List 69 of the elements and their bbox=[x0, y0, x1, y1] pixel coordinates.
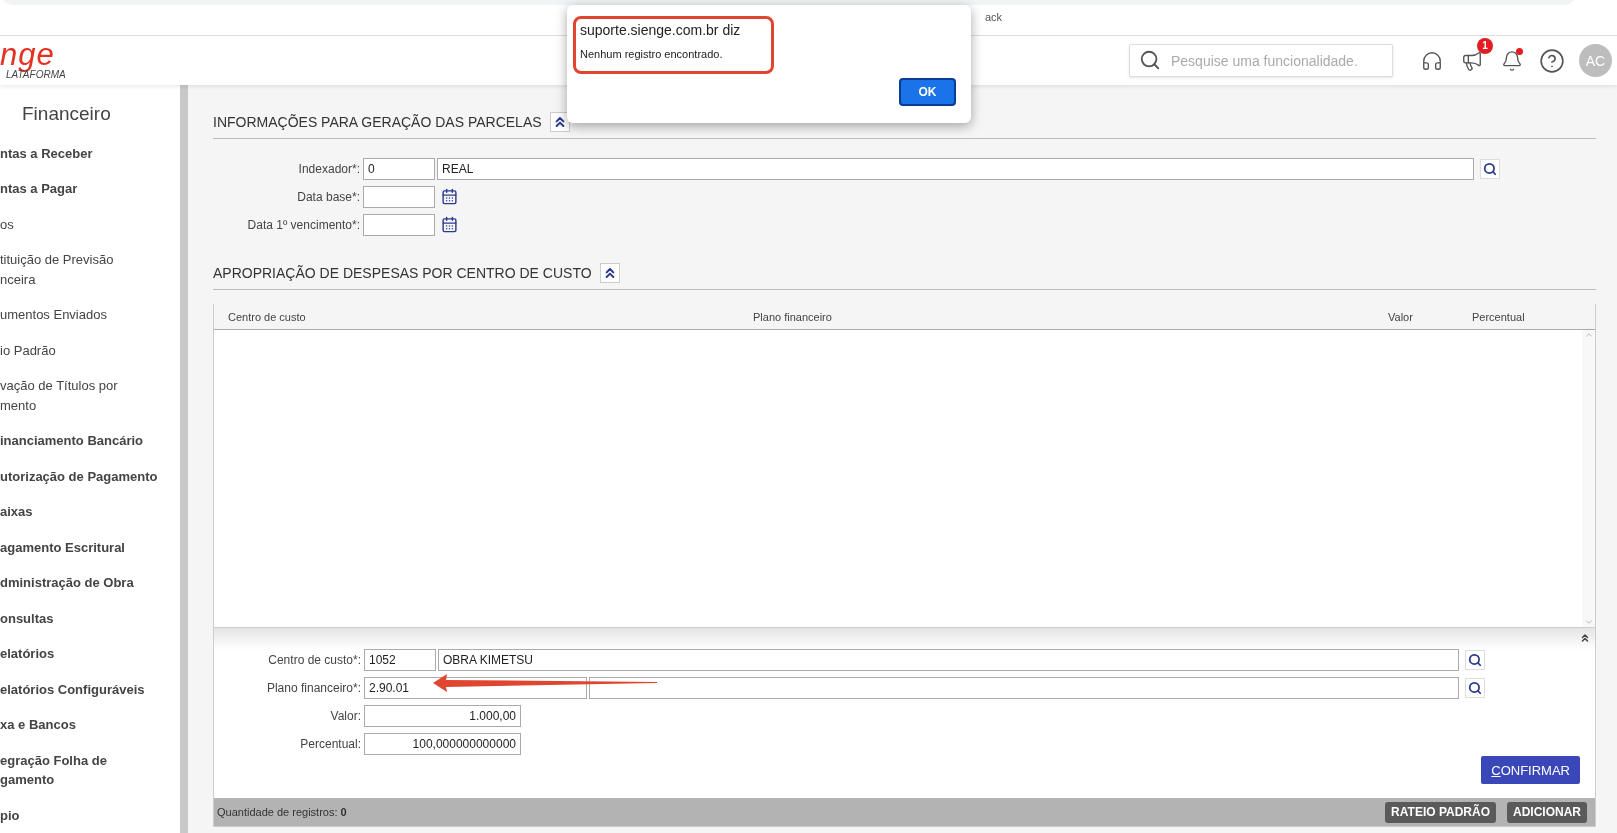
collapse-icon[interactable] bbox=[1579, 632, 1591, 644]
confirm-button[interactable]: CONFIRMAR bbox=[1481, 756, 1580, 784]
sidebar-item[interactable]: vação de Títulos por mento bbox=[0, 368, 180, 423]
search-icon bbox=[1139, 49, 1161, 71]
action-button[interactable]: ADICIONAR bbox=[1507, 801, 1587, 823]
sidebar-item[interactable]: xa e Bancos bbox=[0, 707, 180, 743]
sidebar-item[interactable]: ntas a Pagar bbox=[0, 171, 180, 207]
field-label: Indexador*: bbox=[297, 161, 361, 176]
sidebar-title: Financeiro bbox=[21, 102, 112, 126]
sidebar-item[interactable]: os bbox=[0, 206, 180, 242]
collapse-button[interactable] bbox=[549, 112, 570, 132]
sidebar-item[interactable]: utorização de Pagamento bbox=[0, 458, 180, 494]
sidebar-item[interactable]: aixas bbox=[0, 494, 180, 530]
calendar-icon bbox=[440, 216, 458, 233]
record-count: Quantidade de registros: 0 bbox=[217, 806, 347, 818]
ok-button[interactable]: OK bbox=[899, 78, 956, 106]
field-label: Plano financeiro*: bbox=[265, 680, 362, 695]
scrollbar[interactable] bbox=[180, 85, 188, 833]
field-label: Centro de custo*: bbox=[267, 652, 362, 667]
sidebar-item[interactable]: elatórios bbox=[0, 636, 180, 672]
tab-text: ack bbox=[985, 11, 1003, 23]
sidebar-item[interactable]: pio bbox=[0, 797, 180, 833]
double-chevron-icon bbox=[1579, 632, 1591, 644]
description-field[interactable] bbox=[589, 676, 1459, 699]
dialog-message: Nenhum registro encontrado. bbox=[580, 48, 723, 60]
number-field[interactable]: 1.000,00 bbox=[364, 704, 521, 727]
field-label: Data base*: bbox=[296, 189, 361, 204]
description-field[interactable]: OBRA KIMETSU bbox=[438, 648, 1459, 671]
dialog-title: suporte.sienge.com.br diz bbox=[580, 22, 741, 38]
sidebar-item[interactable]: elatórios Configuráveis bbox=[0, 671, 180, 707]
collapse-button[interactable] bbox=[599, 263, 620, 283]
section-title: APROPRIAÇÃO DE DESPESAS POR CENTRO DE CUSTO bbox=[213, 265, 592, 281]
sidebar-item[interactable]: dministração de Obra bbox=[0, 565, 180, 601]
calendar-icon bbox=[440, 188, 458, 205]
date-field[interactable] bbox=[363, 213, 435, 236]
help-icon[interactable] bbox=[1539, 47, 1565, 74]
sidebar-item[interactable]: tituição de Previsão nceira bbox=[0, 242, 180, 297]
logo[interactable]: nge LATAFORMA bbox=[0, 41, 200, 80]
column-header: Plano financeiro bbox=[752, 310, 833, 323]
description-field[interactable]: REAL bbox=[437, 157, 1474, 180]
field-label: Valor: bbox=[329, 708, 362, 723]
code-field[interactable]: 1052 bbox=[364, 648, 436, 671]
search-field[interactable]: Pesquise uma funcionalidade. bbox=[1129, 44, 1393, 77]
sidebar-item[interactable]: ntas a Receber bbox=[0, 135, 180, 171]
sidebar-item[interactable]: egração Folha de gamento bbox=[0, 742, 180, 798]
action-button[interactable]: RATEIO PADRÃO bbox=[1385, 801, 1496, 823]
sidebar-item[interactable]: onsultas bbox=[0, 600, 180, 636]
code-field[interactable]: 0 bbox=[363, 157, 435, 180]
notification-badge: 1 bbox=[1477, 37, 1493, 54]
sidebar-item[interactable]: agamento Escritural bbox=[0, 529, 180, 565]
section-title: INFORMAÇÕES PARA GERAÇÃO DAS PARCELAS bbox=[213, 114, 542, 130]
sidebar-item[interactable]: inanciamento Bancário bbox=[0, 423, 180, 459]
sidebar-item[interactable]: umentos Enviados bbox=[0, 297, 180, 333]
calendar-button[interactable] bbox=[439, 186, 459, 207]
column-header: Percentual bbox=[1471, 310, 1526, 323]
search-button[interactable] bbox=[1465, 649, 1485, 670]
search-icon bbox=[1483, 161, 1497, 176]
column-header: Valor bbox=[1387, 310, 1414, 323]
field-label: Data 1º vencimento*: bbox=[246, 217, 361, 232]
search-icon bbox=[1468, 680, 1482, 695]
sidebar-item[interactable]: io Padrão bbox=[0, 332, 180, 368]
calendar-button[interactable] bbox=[439, 214, 459, 235]
search-button[interactable] bbox=[1465, 677, 1485, 698]
number-field[interactable]: 100,000000000000 bbox=[364, 732, 521, 755]
search-icon bbox=[1468, 652, 1482, 667]
column-header: Centro de custo bbox=[227, 310, 307, 323]
date-field[interactable] bbox=[363, 185, 435, 208]
search-button[interactable] bbox=[1480, 158, 1500, 179]
field-label: Percentual: bbox=[299, 736, 362, 751]
